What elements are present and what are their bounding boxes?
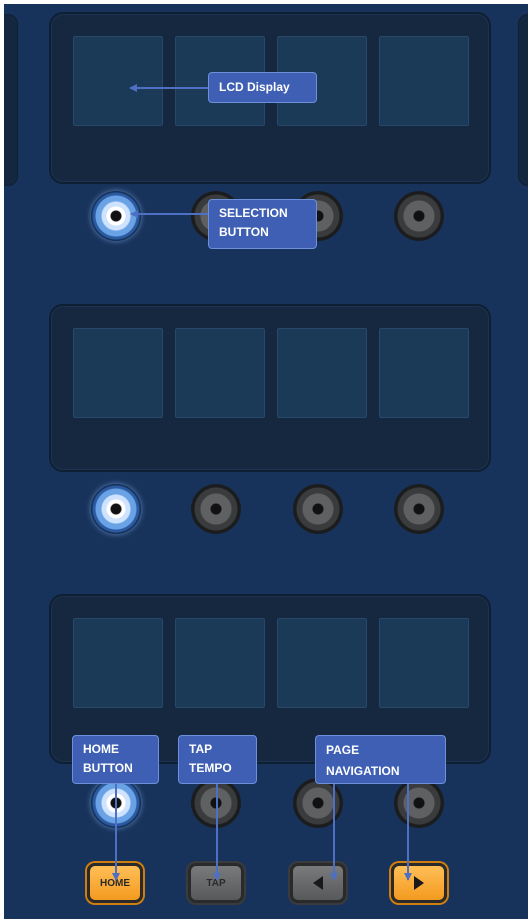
selection-button-5[interactable] bbox=[91, 484, 141, 534]
home-button-label: HOME bbox=[100, 877, 130, 889]
selection-button-6[interactable] bbox=[191, 484, 241, 534]
tap-tempo-callout-line1: TAP bbox=[189, 742, 213, 756]
selection-button-callout-line1: SELECTION bbox=[219, 206, 288, 220]
page-next-button[interactable] bbox=[391, 863, 447, 903]
adjacent-panel-left-edge bbox=[4, 14, 18, 186]
home-button-callout-line1: HOME bbox=[83, 742, 119, 756]
right-triangle-icon bbox=[414, 876, 424, 890]
lcd-display-callout-text: LCD Display bbox=[219, 80, 290, 94]
selection-button-10[interactable] bbox=[191, 778, 241, 828]
home-button-callout: HOME BUTTON bbox=[72, 735, 159, 784]
home-button-callout-line2: BUTTON bbox=[83, 761, 133, 775]
tap-button-label: TAP bbox=[206, 877, 226, 889]
page-navigation-callout-text: PAGE NAVIGATION bbox=[326, 743, 400, 778]
tap-tempo-button[interactable]: TAP bbox=[188, 863, 244, 903]
page-prev-button[interactable] bbox=[290, 863, 346, 903]
selection-button-callout-line2: BUTTON bbox=[219, 225, 269, 239]
home-button[interactable]: HOME bbox=[87, 863, 143, 903]
lcd-display-7 bbox=[277, 328, 367, 418]
selection-button-12[interactable] bbox=[394, 778, 444, 828]
selection-button-9[interactable] bbox=[91, 778, 141, 828]
selection-button-8[interactable] bbox=[394, 484, 444, 534]
page-navigation-callout: PAGE NAVIGATION bbox=[315, 735, 446, 784]
selection-button-1[interactable] bbox=[91, 191, 141, 241]
tap-tempo-callout: TAP TEMPO bbox=[178, 735, 257, 784]
lcd-display-1 bbox=[73, 36, 163, 126]
lcd-display-11 bbox=[277, 618, 367, 708]
adjacent-panel-right-edge bbox=[518, 14, 528, 186]
lcd-display-8 bbox=[379, 328, 469, 418]
lcd-display-10 bbox=[175, 618, 265, 708]
lcd-display-callout: LCD Display bbox=[208, 72, 317, 103]
lcd-panel-2 bbox=[49, 304, 491, 472]
lcd-display-9 bbox=[73, 618, 163, 708]
lcd-display-12 bbox=[379, 618, 469, 708]
tap-tempo-callout-line2: TEMPO bbox=[189, 761, 232, 775]
selection-button-11[interactable] bbox=[293, 778, 343, 828]
lcd-display-5 bbox=[73, 328, 163, 418]
left-triangle-icon bbox=[313, 876, 323, 890]
selection-button-4[interactable] bbox=[394, 191, 444, 241]
lcd-display-4 bbox=[379, 36, 469, 126]
selection-button-7[interactable] bbox=[293, 484, 343, 534]
lcd-display-6 bbox=[175, 328, 265, 418]
selection-button-callout: SELECTION BUTTON bbox=[208, 199, 317, 249]
